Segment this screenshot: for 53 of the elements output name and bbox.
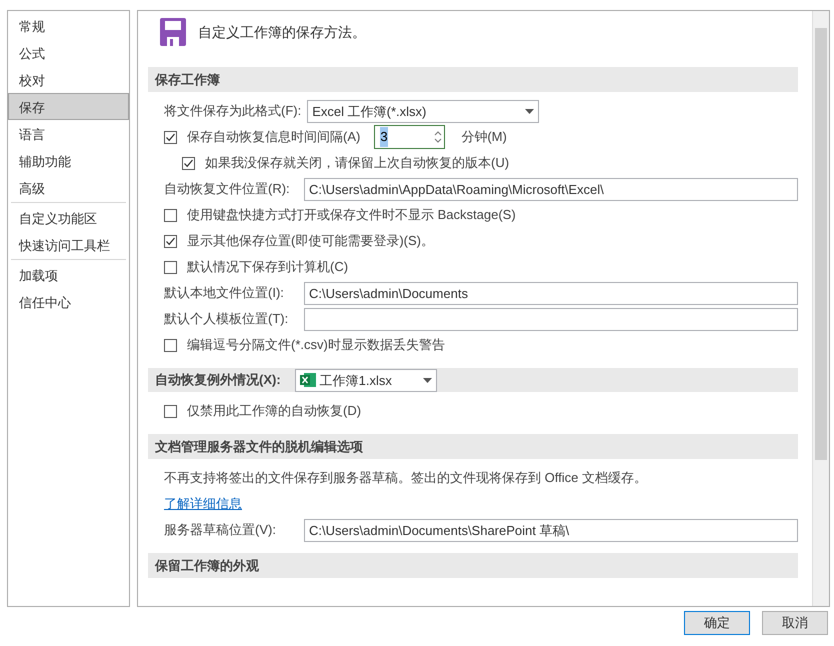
caret-icon <box>525 108 534 114</box>
checkbox[interactable] <box>164 404 177 418</box>
checkbox-label: 使用键盘快捷方式打开或保存文件时不显示 Backstage(S) <box>187 206 516 224</box>
sidebar-item[interactable]: 校对 <box>8 66 129 93</box>
minutes-spinner[interactable]: 3 <box>374 125 446 149</box>
field-label: 自动恢复文件位置(R): <box>164 180 291 198</box>
sidebar-item[interactable]: 辅助功能 <box>8 147 129 174</box>
checkbox[interactable] <box>164 338 177 352</box>
section-header: 保存工作簿 <box>148 67 798 92</box>
field-label: 将文件保存为此格式(F): <box>164 102 302 120</box>
path-field[interactable]: C:\Users\admin\AppData\Roaming\Microsoft\Excel\ <box>304 178 798 200</box>
workbook-dropdown[interactable]: 工作簿1.xlsx <box>294 368 437 392</box>
sidebar-item[interactable]: 加载项 <box>8 261 129 288</box>
spreadsheet-icon <box>300 372 316 388</box>
sidebar-item[interactable]: 语言 <box>8 120 129 147</box>
field-label: 服务器草稿位置(V): <box>164 521 277 540</box>
checkbox[interactable] <box>164 260 177 274</box>
checkbox-label: 默认情况下保存到计算机(C) <box>187 258 348 276</box>
field-label: 默认本地文件位置(I): <box>164 284 285 302</box>
sidebar-item[interactable]: 公式 <box>8 39 129 66</box>
checkbox[interactable] <box>182 156 195 170</box>
save-icon <box>160 18 186 46</box>
learn-more-link[interactable]: 了解详细信息 <box>164 494 242 514</box>
sidebar-item[interactable]: 快速访问工具栏 <box>8 231 129 258</box>
cancel-button[interactable]: 取消 <box>762 611 828 635</box>
sidebar-item[interactable]: 信任中心 <box>8 288 129 315</box>
checkbox-label: 编辑逗号分隔文件(*.csv)时显示数据丢失警告 <box>187 336 445 354</box>
sidebar-item[interactable]: 高级 <box>8 174 129 201</box>
unit-label: 分钟(M) <box>461 128 507 146</box>
path-field[interactable]: C:\Users\admin\Documents <box>304 282 798 304</box>
section-title: 自动恢复例外情况(X): <box>155 371 281 390</box>
section-header: 文档管理服务器文件的脱机编辑选项 <box>148 434 798 459</box>
field-label: 默认个人模板位置(T): <box>164 310 290 328</box>
header-title: 自定义工作簿的保存方法。 <box>198 23 366 42</box>
caret-icon <box>422 378 432 382</box>
path-field[interactable]: C:\Users\admin\Documents\SharePoint 草稿\ <box>304 518 798 542</box>
checkbox[interactable] <box>164 130 177 144</box>
scrollbar[interactable] <box>812 11 829 606</box>
spinner-arrows-icon <box>434 130 442 144</box>
checkbox[interactable] <box>164 234 177 248</box>
ok-button[interactable]: 确定 <box>684 611 750 635</box>
section-header: 保留工作簿的外观 <box>148 553 798 578</box>
checkbox-label: 显示其他保存位置(即使可能需要登录)(S)。 <box>187 232 434 250</box>
checkbox-label: 保存自动恢复信息时间间隔(A) <box>187 128 360 146</box>
info-text: 不再支持将签出的文件保存到服务器草稿。签出的文件现将保存到 Office 文档缓存。 <box>164 469 647 488</box>
checkbox-label: 如果我没保存就关闭，请保留上次自动恢复的版本(U) <box>205 154 510 172</box>
sidebar-item[interactable]: 保存 <box>8 93 129 120</box>
checkbox-label: 仅禁用此工作簿的自动恢复(D) <box>187 402 362 420</box>
format-dropdown[interactable]: Excel 工作簿(*.xlsx) <box>307 100 540 122</box>
sidebar-item[interactable]: 常规 <box>8 12 129 39</box>
checkbox[interactable] <box>164 208 177 222</box>
path-field[interactable] <box>304 308 798 330</box>
sidebar-item[interactable]: 自定义功能区 <box>8 204 129 231</box>
